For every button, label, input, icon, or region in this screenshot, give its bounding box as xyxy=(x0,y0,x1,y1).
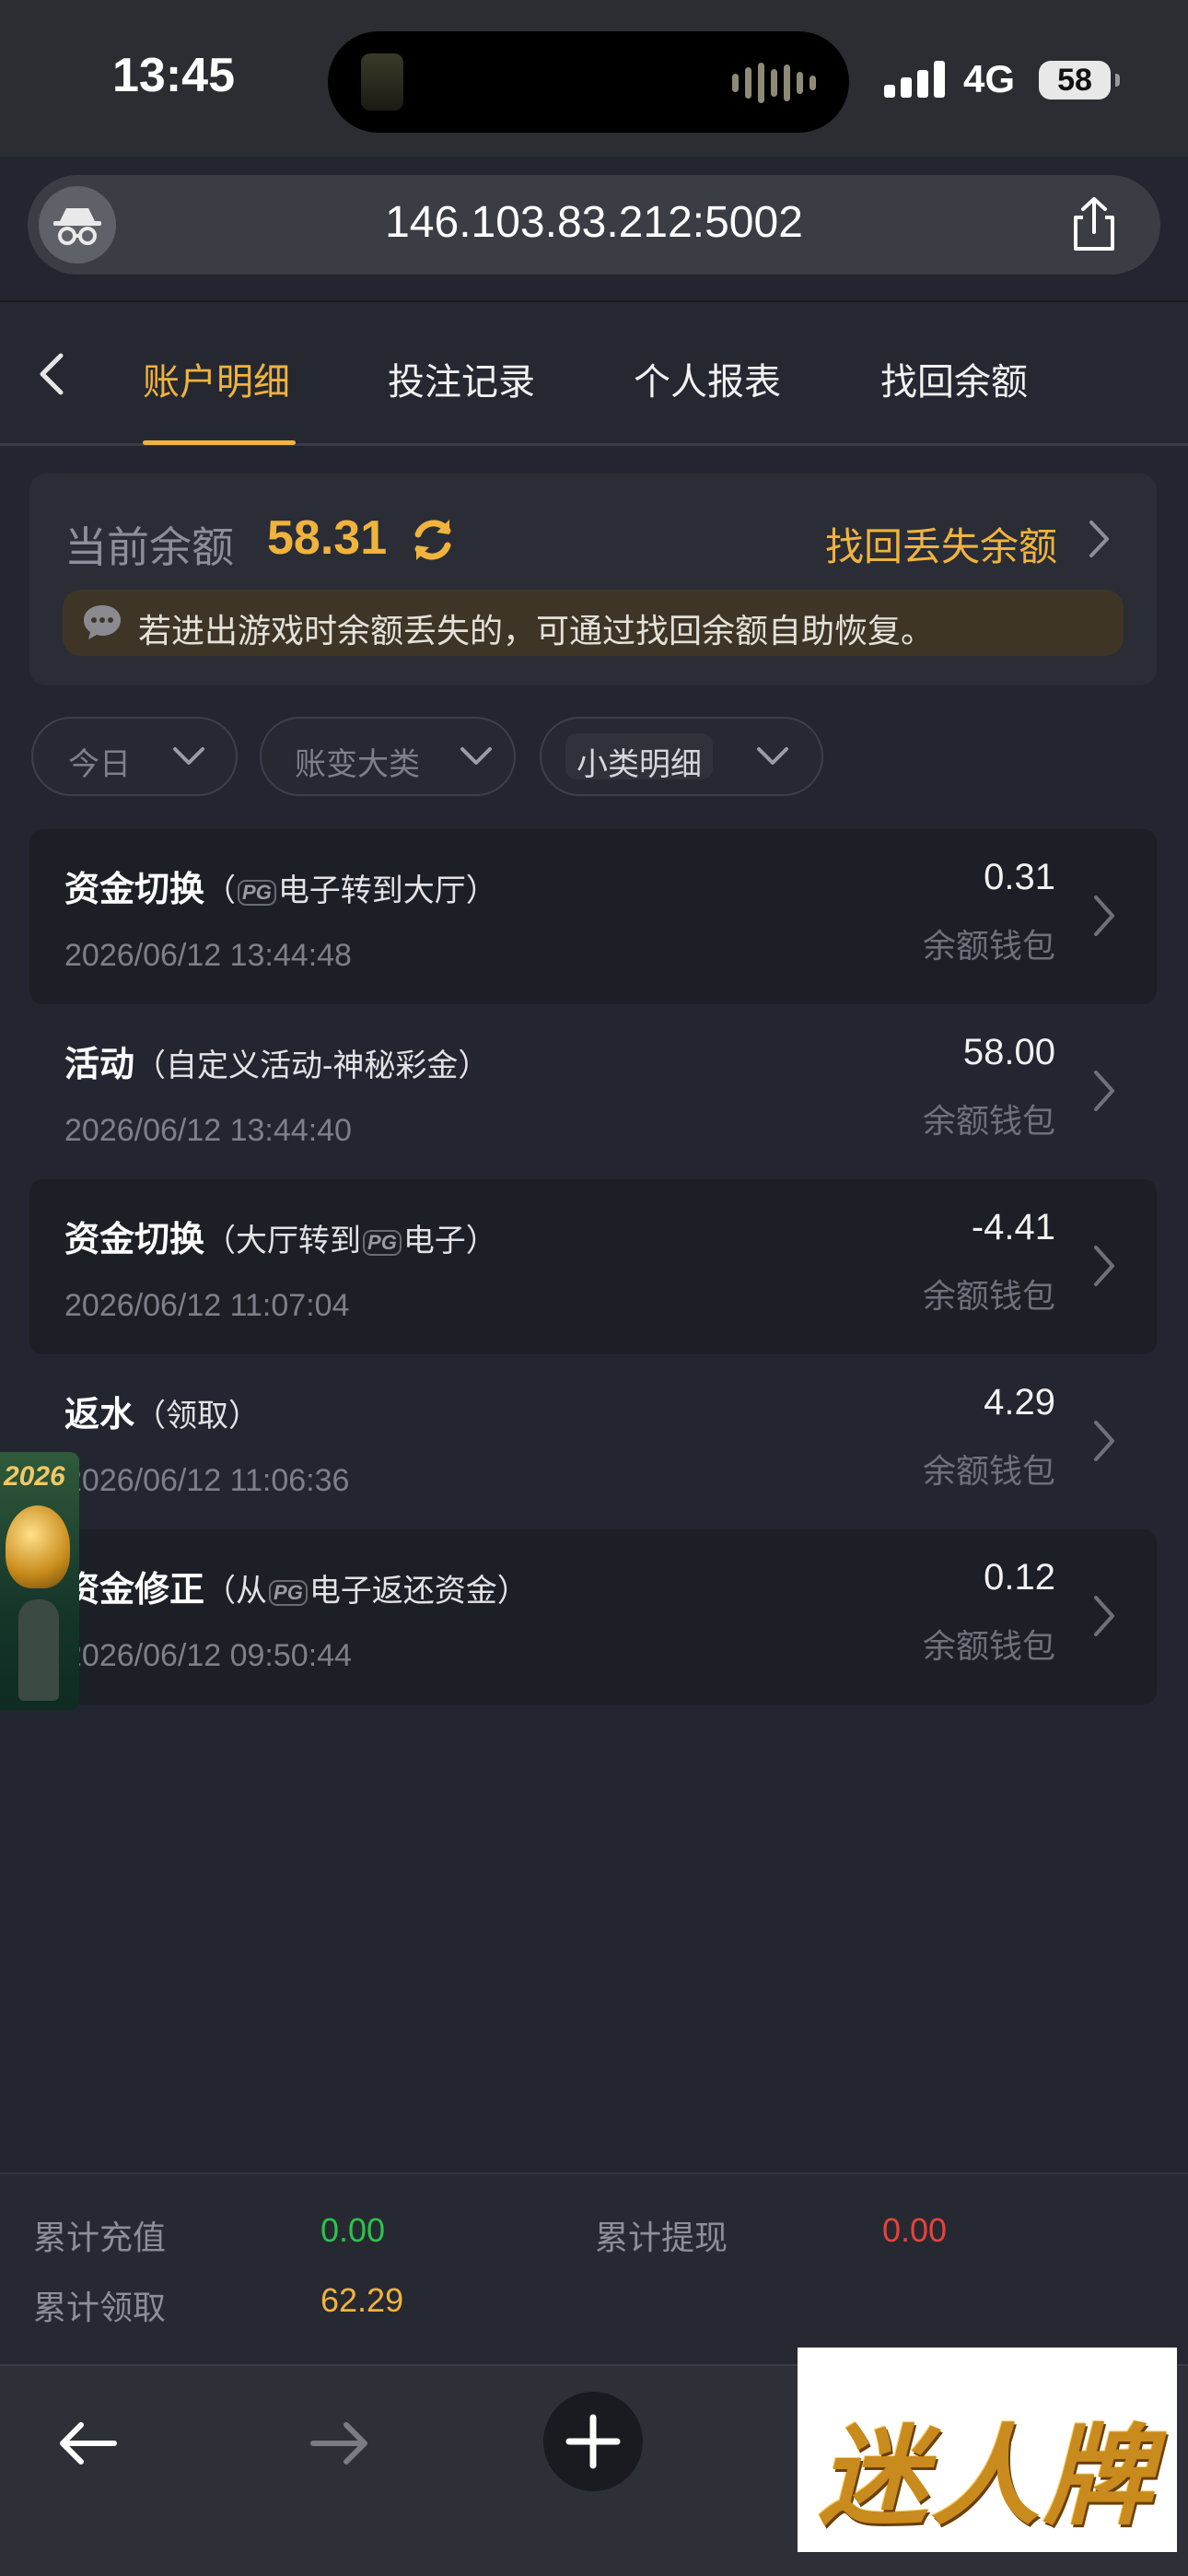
pg-logo-icon: PG xyxy=(363,1230,402,1257)
pg-logo-icon: PG xyxy=(238,880,276,907)
new-tab-plus-icon[interactable] xyxy=(543,2392,643,2491)
record-date: 2026/06/12 09:50:44 xyxy=(64,1638,352,1673)
total-withdraw-label: 累计提现 xyxy=(595,2219,728,2256)
chevron-down-icon xyxy=(460,747,492,765)
cellular-signal-icon xyxy=(884,61,945,98)
chevron-right-icon xyxy=(1094,896,1114,936)
browser-back-icon[interactable] xyxy=(53,2418,120,2469)
record-title: 资金切换（大厅转到 PG 电子） xyxy=(64,1221,497,1259)
refresh-icon[interactable] xyxy=(407,514,459,566)
dynamic-island[interactable] xyxy=(328,31,849,133)
total-withdraw-value: 0.00 xyxy=(882,2211,948,2249)
trophy-icon xyxy=(6,1505,70,1588)
record-wallet: 余额钱包 xyxy=(922,1277,1055,1315)
pg-logo-icon: PG xyxy=(269,1580,308,1607)
browser-forward-icon[interactable] xyxy=(308,2418,374,2469)
record-amount: -4.41 xyxy=(971,1207,1055,1247)
total-claimed-value: 62.29 xyxy=(320,2281,404,2319)
battery-icon: 58 xyxy=(1039,61,1120,100)
filter-category-label: 账变大类 xyxy=(295,747,420,782)
filter-category[interactable]: 账变大类 xyxy=(260,717,516,796)
address-bar[interactable]: 146.103.83.212:5002 xyxy=(28,175,1160,275)
record-amount: 4.29 xyxy=(984,1382,1055,1423)
status-bar: 13:45 4G 58 xyxy=(0,0,1188,157)
list-item[interactable]: 资金修正（从 PG 电子返还资金） 2026/06/12 09:50:44 0.12… xyxy=(29,1529,1157,1704)
total-recharge-label: 累计充值 xyxy=(33,2219,167,2256)
record-date: 2026/06/12 11:07:04 xyxy=(64,1288,350,1323)
chevron-right-icon xyxy=(1094,1071,1114,1111)
tab-account-details[interactable]: 账户明细 xyxy=(143,352,290,405)
balance-label: 当前余额 xyxy=(64,523,234,571)
audio-waveform-icon xyxy=(732,63,816,103)
now-playing-thumbnail xyxy=(361,53,403,111)
notice-text: 若进出游戏时余额丢失的，可通过找回余额自助恢复。 xyxy=(138,612,935,650)
notice-banner: 若进出游戏时余额丢失的，可通过找回余额自助恢复。 xyxy=(63,590,1124,656)
recover-lost-balance-link[interactable]: 找回丢失余额 xyxy=(825,516,1057,572)
record-title: 资金切换（ PG 电子转到大厅） xyxy=(64,871,497,909)
record-wallet: 余额钱包 xyxy=(922,927,1055,965)
tab-personal-report[interactable]: 个人报表 xyxy=(634,352,781,405)
list-item[interactable]: 资金切换（大厅转到 PG 电子） 2026/06/12 11:07:04 -4.41… xyxy=(29,1179,1157,1354)
record-date: 2026/06/12 11:06:36 xyxy=(64,1463,350,1498)
chevron-right-icon xyxy=(1094,1596,1114,1636)
record-title: 资金修正（从 PG 电子返还资金） xyxy=(64,1571,529,1610)
balance-card: 当前余额 58.31 找回丢失余额 若进出游戏时余额丢失的，可通过找回余额自助恢… xyxy=(29,474,1157,685)
tab-recover-balance[interactable]: 找回余额 xyxy=(880,352,1028,405)
chevron-right-icon xyxy=(1094,1421,1114,1461)
record-amount: 0.31 xyxy=(984,857,1055,897)
world-cup-promo-banner[interactable]: 2026 xyxy=(0,1452,79,1710)
watermark-logo: 迷人牌 xyxy=(798,2348,1177,2552)
record-amount: 0.12 xyxy=(984,1557,1055,1598)
banner-year: 2026 xyxy=(4,1461,65,1492)
chevron-down-icon xyxy=(757,747,788,765)
player-figure xyxy=(18,1599,59,1701)
list-item[interactable]: 资金切换（ PG 电子转到大厅） 2026/06/12 13:44:48 0.31 … xyxy=(29,829,1157,1004)
network-type: 4G xyxy=(963,57,1016,100)
filter-subcategory-label: 小类明细 xyxy=(577,747,702,782)
back-chevron-icon[interactable] xyxy=(33,350,70,398)
record-title: 活动（自定义活动-神秘彩金） xyxy=(64,1046,490,1084)
list-item[interactable]: 返水（领取） 2026/06/12 11:06:36 4.29 余额钱包 xyxy=(29,1354,1157,1529)
chat-bubble-icon xyxy=(81,603,123,641)
filter-subcategory[interactable]: 小类明细 xyxy=(540,717,823,796)
filter-date[interactable]: 今日 xyxy=(31,717,238,796)
record-date: 2026/06/12 13:44:40 xyxy=(64,1113,352,1148)
summary-footer: 累计充值 0.00 累计提现 0.00 累计领取 62.29 xyxy=(0,2172,1188,2364)
watermark-text: 迷人牌 xyxy=(818,2412,1156,2540)
chevron-right-icon xyxy=(1094,1246,1114,1286)
chevron-down-icon xyxy=(173,747,204,765)
share-icon[interactable] xyxy=(1066,195,1122,252)
total-recharge-value: 0.00 xyxy=(320,2211,386,2249)
record-wallet: 余额钱包 xyxy=(922,1627,1055,1665)
top-tab-bar: 账户明细 投注记录 个人报表 找回余额 xyxy=(0,300,1188,446)
filter-subcategory-pill: 小类明细 xyxy=(565,733,713,782)
filter-date-label: 今日 xyxy=(68,747,131,782)
record-wallet: 余额钱包 xyxy=(922,1452,1055,1490)
tab-bet-records[interactable]: 投注记录 xyxy=(388,352,535,405)
total-claimed-label: 累计领取 xyxy=(33,2289,167,2326)
record-date: 2026/06/12 13:44:48 xyxy=(64,938,352,973)
record-amount: 58.00 xyxy=(962,1032,1055,1072)
record-wallet: 余额钱包 xyxy=(922,1102,1055,1140)
balance-value: 58.31 xyxy=(267,511,388,565)
chevron-right-icon[interactable] xyxy=(1085,518,1112,560)
url-text[interactable]: 146.103.83.212:5002 xyxy=(28,197,1160,248)
record-title: 返水（领取） xyxy=(64,1396,261,1434)
status-time: 13:45 xyxy=(112,49,235,102)
active-tab-indicator xyxy=(143,440,296,445)
list-item[interactable]: 活动（自定义活动-神秘彩金） 2026/06/12 13:44:40 58.00… xyxy=(29,1004,1157,1179)
